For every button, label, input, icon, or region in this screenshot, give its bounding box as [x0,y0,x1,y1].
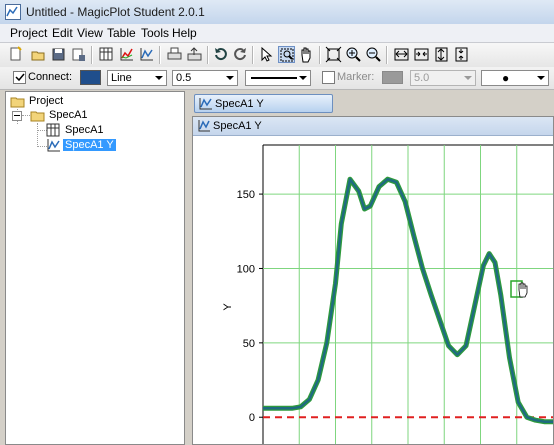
new-plot-icon[interactable] [118,46,135,63]
zoom-out-icon[interactable] [365,46,382,63]
pan-hand-icon[interactable] [298,46,315,63]
save-icon[interactable] [50,46,67,63]
marker-label: Marker: [337,71,375,83]
menu-tools[interactable]: Tools [141,26,169,40]
export-icon[interactable] [186,46,203,63]
menu-edit[interactable]: Edit [52,26,73,40]
marker-color-swatch[interactable] [382,71,403,84]
window-title: Untitled - MagicPlot Student 2.0.1 [26,5,205,19]
y-axis-label: Y [222,303,234,311]
undo-icon[interactable] [212,46,229,63]
menu-help[interactable]: Help [172,26,197,40]
project-tree: Project SpecA1 SpecA1 SpecA1 Y [5,91,185,445]
fit-vertical-icon[interactable] [433,46,450,63]
plot-canvas[interactable]: 0 50 100 150 Y [193,135,553,444]
open-icon[interactable] [30,46,47,63]
plot-window: SpecA1 Y 0 50 100 150 Y [192,116,554,445]
shrink-horizontal-icon[interactable] [413,46,430,63]
save-as-icon[interactable] [70,46,87,63]
zoom-in-icon[interactable] [345,46,362,63]
y-tick-label: 150 [237,189,255,201]
new-project-icon[interactable] [8,46,25,63]
connect-color-swatch[interactable] [80,70,101,85]
select-pointer-icon[interactable] [258,46,275,63]
fit-all-icon[interactable] [325,46,342,63]
menu-bar: Project Edit View Table Tools Help [0,24,554,43]
style-toolbar: Connect: Line 0.5 Marker: 5.0 ● [0,67,554,90]
print-icon[interactable] [166,46,183,63]
connect-label: Connect: [28,71,73,83]
plot-icon [198,97,213,114]
marker-shape-select[interactable]: ● [481,70,549,86]
y-tick-label: 100 [237,263,255,275]
main-toolbar [0,43,554,68]
line-type-select[interactable]: Line [107,70,167,86]
document-tabs: SpecA1 Y [192,91,554,115]
line-width-select[interactable]: 0.5 [172,70,238,86]
y-tick-label: 50 [243,338,255,350]
title-bar: Untitled - MagicPlot Student 2.0.1 [0,0,554,25]
plot-icon [46,138,61,156]
plot-window-title-bar: SpecA1 Y [193,117,553,136]
plot-icon [197,119,211,136]
shrink-vertical-icon[interactable] [453,46,470,63]
plot-window-title: SpecA1 Y [213,120,262,132]
collapse-toggle[interactable] [12,111,22,121]
y-tick-label: 0 [249,412,255,424]
new-table-icon[interactable] [98,46,115,63]
menu-view[interactable]: View [77,26,103,40]
marker-checkbox[interactable] [322,71,335,84]
app-icon [5,4,21,20]
fit-horizontal-icon[interactable] [393,46,410,63]
menu-table[interactable]: Table [107,26,136,40]
connect-checkbox[interactable] [13,71,26,84]
marker-size-select[interactable]: 5.0 [410,70,476,86]
tab-speca1-y[interactable]: SpecA1 Y [194,94,333,113]
zoom-select-icon[interactable] [278,46,295,63]
redo-icon[interactable] [232,46,249,63]
menu-project[interactable]: Project [10,26,47,40]
zoom-hand-cursor-icon [510,280,528,298]
new-figure-icon[interactable] [138,46,155,63]
line-style-select[interactable] [245,70,311,86]
